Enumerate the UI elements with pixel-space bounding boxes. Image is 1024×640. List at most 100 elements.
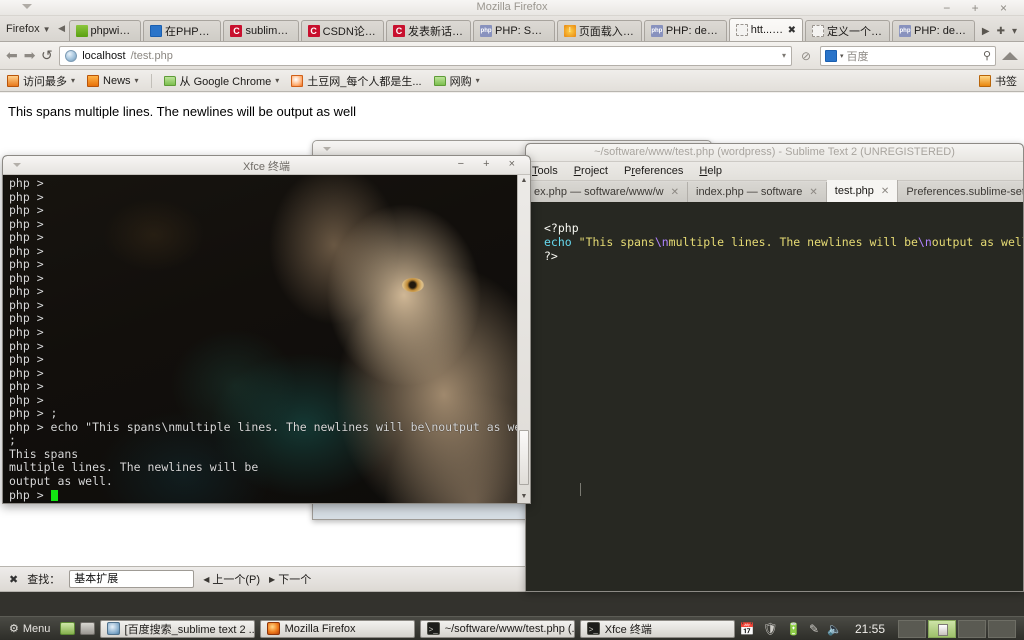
bookmark-folder-google-chrome[interactable]: 从 Google Chrome ▾ — [163, 73, 279, 89]
tabstrip-right-controls: ▶ ✚ ▾ — [977, 26, 1024, 41]
bookmark-item-news[interactable]: News ▾ — [87, 74, 139, 87]
sublime-tab-2-active[interactable]: test.php ✕ — [826, 180, 899, 202]
terminal-prompt-line: php > — [9, 352, 51, 367]
new-tab-button[interactable]: ✚ — [997, 26, 1005, 37]
firefox-tab-4[interactable]: C 发表新话题... — [386, 20, 472, 41]
tab-list-menu-button[interactable]: ▾ — [1012, 26, 1017, 37]
bookmark-label: 网购 — [449, 75, 472, 88]
taskbar-item-browser[interactable]: [百度搜索_sublime text 2 ... — [99, 619, 255, 638]
terminal-window-controls[interactable]: − + × — [458, 158, 523, 170]
menu-tools[interactable]: Tools — [532, 165, 558, 177]
terminal-body[interactable]: php > php > php > php > php > php > php … — [4, 175, 529, 503]
close-icon[interactable]: ✕ — [809, 187, 817, 198]
close-icon[interactable]: ✕ — [671, 187, 679, 198]
firefox-tab-8-active[interactable]: htt...php ✖ — [728, 18, 803, 41]
firefox-app-menu-button[interactable]: Firefox ▼ — [6, 19, 51, 39]
terminal-prompt-line: php > — [9, 297, 51, 312]
workspace-1[interactable] — [898, 619, 927, 638]
find-input[interactable]: 基本扩展 — [69, 570, 195, 588]
firefox-tab-6[interactable]: ! 页面载入出... — [556, 20, 642, 41]
chevron-down-icon[interactable]: ▾ — [782, 51, 786, 60]
workspace-switcher[interactable] — [898, 619, 1017, 638]
scroll-up-icon[interactable]: ▲ — [518, 175, 530, 187]
bookmarks-sidebar-button[interactable]: 书签 — [979, 73, 1017, 89]
firefox-tab-10[interactable]: php PHP: defin... — [892, 20, 975, 41]
menu-project[interactable]: Project — [574, 165, 608, 177]
firefox-tab-5[interactable]: php PHP: Sear... — [473, 20, 555, 41]
clock: 21:55 — [855, 621, 886, 636]
firefox-tab-2[interactable]: C sublime t... — [223, 20, 299, 41]
csdn-icon: C — [307, 25, 320, 37]
applications-menu-button[interactable]: ⚙ Menu — [4, 622, 55, 636]
firefox-tab-1[interactable]: 在PHP，\... — [143, 20, 222, 41]
taskbar-item-label: ~/software/www/test.php (... — [444, 622, 575, 635]
tab-scroll-left-button[interactable]: ◀ — [55, 17, 69, 39]
workspace-4[interactable] — [988, 619, 1017, 638]
php-icon: php — [480, 25, 493, 37]
tab-scroll-right-button[interactable]: ▶ — [982, 26, 990, 37]
terminal-output: php > php > php > php > php > php > php … — [9, 176, 529, 502]
firefox-tab-3[interactable]: C CSDN论坛... — [300, 20, 385, 41]
sublime-tab-0[interactable]: ex.php — software/www/w ✕ — [526, 182, 688, 202]
bookmark-item-most-visited[interactable]: 访问最多 ▾ — [7, 73, 75, 89]
taskbar-item-terminal-testphp[interactable]: >_ ~/software/www/test.php (... — [419, 619, 575, 638]
firefox-tab-7[interactable]: php PHP: defin... — [643, 20, 727, 41]
search-input[interactable]: 百度 — [847, 48, 869, 64]
close-icon[interactable]: ✖ — [9, 573, 18, 586]
sublime-tab-3[interactable]: Preferences.sublime-settings ✕ — [898, 182, 1023, 202]
tab-close-icon[interactable]: ✖ — [788, 25, 796, 36]
sublime-text-window: ~/software/www/test.php (wordpress) - Su… — [525, 143, 1024, 592]
shield-icon[interactable]: 🛡 — [763, 622, 778, 636]
workspace-2-active[interactable] — [928, 619, 957, 638]
bookmark-folder-shopping[interactable]: 网购 ▾ — [433, 73, 480, 89]
show-desktop-icon[interactable] — [60, 622, 75, 635]
sublime-tab-1[interactable]: index.php — software ✕ — [688, 182, 827, 202]
forward-button[interactable]: ➡ — [24, 47, 36, 64]
window-menu-arrow-icon — [323, 147, 331, 151]
taskbar-item-firefox[interactable]: Mozilla Firefox — [259, 619, 415, 638]
home-icon[interactable] — [1002, 51, 1018, 60]
taskbar-item-xfce-terminal[interactable]: >_ Xfce 终端 — [579, 619, 735, 638]
find-previous-button[interactable]: ◀ 上一个(P) — [203, 571, 260, 587]
menu-preferences[interactable]: Preferences — [624, 165, 683, 177]
tab-label: PHP: defin... — [665, 25, 720, 37]
reload-icon[interactable]: ↻ — [41, 47, 53, 64]
back-button[interactable]: ⬅ — [6, 47, 18, 64]
code-string-b: multiple lines. The newlines will be — [668, 235, 918, 249]
close-icon[interactable]: ✕ — [881, 186, 889, 197]
terminal-prompt-line: php > — [9, 203, 51, 218]
sublime-editor[interactable]: <?php echo "This spans\nmultiple lines. … — [526, 204, 1023, 591]
sublime-code-area[interactable]: <?php echo "This spans\nmultiple lines. … — [544, 221, 1023, 263]
menu-help[interactable]: Help — [699, 165, 722, 177]
bookmark-label: News — [103, 74, 131, 87]
tab-label: htt...php — [750, 24, 784, 36]
search-icon[interactable]: ⚲ — [983, 49, 991, 62]
volume-icon[interactable]: 🔈 — [827, 622, 842, 636]
terminal-scrollbar[interactable]: ▲ ▼ — [517, 175, 530, 503]
address-bar[interactable]: localhost/test.php ▾ — [59, 45, 792, 66]
chevron-down-icon[interactable]: ▾ — [840, 52, 844, 60]
bookmark-label: 从 Google Chrome — [179, 75, 272, 88]
calendar-icon[interactable]: 📅 — [740, 622, 755, 636]
brush-icon[interactable]: ✎ — [809, 622, 819, 636]
terminal-session-line: ; — [9, 433, 16, 448]
code-keyword-echo: echo — [544, 235, 572, 249]
gear-icon: ⚙ — [9, 623, 19, 635]
firefox-window-controls[interactable]: − + × — [943, 1, 1016, 15]
bookmark-item-tudou[interactable]: 土豆网_每个人都是生... — [291, 73, 422, 89]
scrollbar-thumb[interactable] — [519, 430, 529, 485]
globe-icon — [65, 49, 78, 62]
battery-icon[interactable]: 🔋 — [786, 622, 801, 636]
search-bar[interactable]: ▾ 百度 ⚲ — [820, 45, 996, 66]
find-next-button[interactable]: ▶ 下一个 — [269, 571, 311, 587]
stop-icon[interactable]: ⊘ — [798, 48, 814, 64]
code-line-3: ?> — [544, 249, 558, 263]
workspace-icon[interactable] — [79, 622, 95, 635]
scroll-down-icon[interactable]: ▼ — [518, 491, 530, 503]
firefox-tab-9[interactable]: 定义一个常... — [804, 20, 890, 41]
firefox-tab-0[interactable]: phpwind... — [68, 20, 141, 41]
workspace-3[interactable] — [958, 619, 987, 638]
code-string-c: output as well — [931, 235, 1023, 249]
taskbar-item-label: Mozilla Firefox — [284, 622, 356, 635]
menu-label: Menu — [22, 622, 51, 635]
